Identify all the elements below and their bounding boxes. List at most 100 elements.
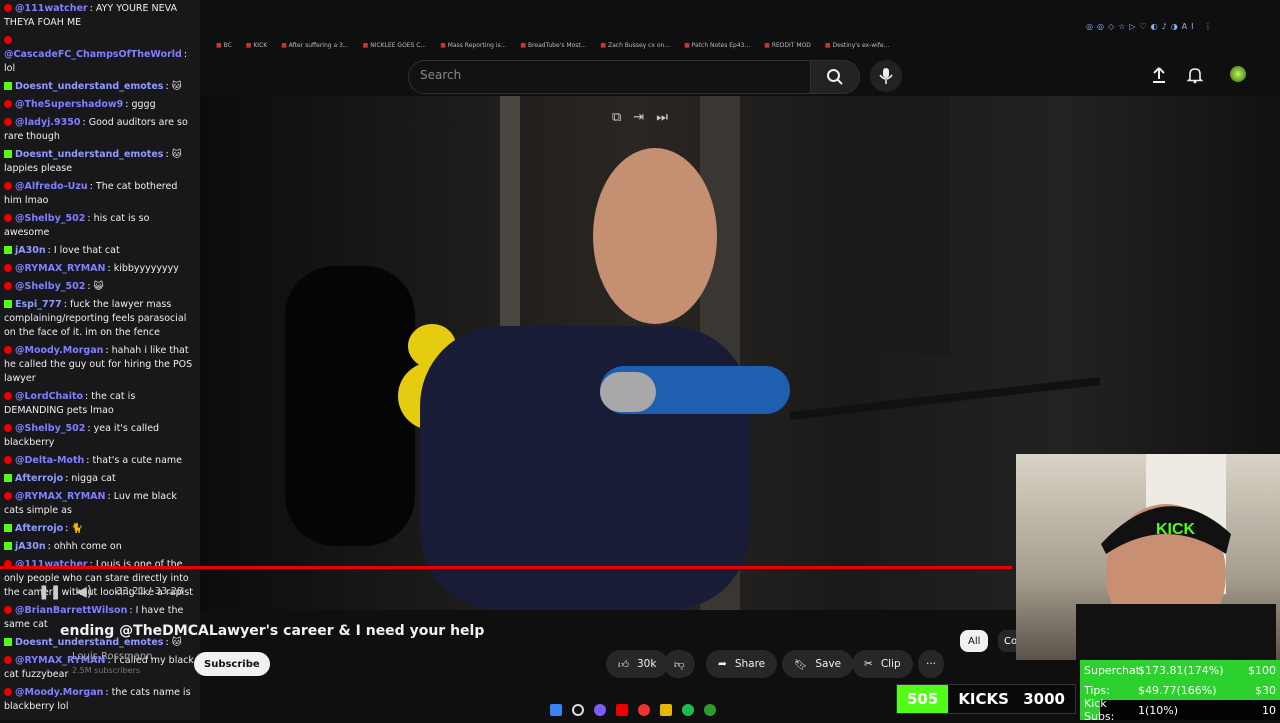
chip-all[interactable]: All — [960, 630, 989, 652]
bookmark-item[interactable]: KICK — [246, 42, 267, 49]
youtube-icon — [4, 4, 12, 12]
cast-icon[interactable]: ⇥ — [633, 110, 644, 125]
chat-username[interactable]: @Shelby_502 — [15, 281, 85, 292]
kick-icon — [4, 474, 12, 482]
chat-username[interactable]: Afterrojo — [15, 473, 63, 484]
progress-bar[interactable] — [0, 566, 1012, 569]
subscriber-count: 2.5M subscribers — [72, 666, 141, 675]
bookmark-item[interactable]: Mass Reporting is... — [440, 42, 507, 49]
chat-username[interactable]: @ladyj.9350 — [15, 117, 80, 128]
folder-icon[interactable] — [660, 704, 672, 716]
chat-username[interactable]: @LordChaito — [15, 391, 83, 402]
windows-start-icon[interactable] — [550, 704, 562, 716]
chat-username[interactable]: Doesnt_understand_emotes — [15, 149, 163, 160]
bookmark-item[interactable]: REDDIT MOD — [764, 42, 811, 49]
chat-username[interactable]: @Delta-Moth — [15, 455, 84, 466]
kicks-goal: 505 KICKS 3000 — [896, 684, 1076, 714]
chat-text: I love that cat — [53, 245, 120, 256]
chat-username[interactable]: @Moody.Morgan — [15, 687, 103, 698]
bookmark-item[interactable]: BreadTube's Most... — [520, 42, 586, 49]
spotify-icon[interactable] — [682, 704, 694, 716]
bookmark-item[interactable]: NICKLEE GOES C... — [363, 42, 426, 49]
share-button[interactable]: ➦ Share — [706, 650, 778, 678]
chat-message: jA30n: I love that cat — [0, 242, 200, 260]
bookmark-item[interactable]: Zach Bussey cx on... — [600, 42, 670, 49]
pause-icon[interactable]: ❚❚ — [38, 584, 61, 600]
chrome-icon[interactable] — [638, 704, 650, 716]
chat-username[interactable]: @CascadeFC_ChampsOfTheWorld — [4, 49, 182, 60]
chat-text: 🐈 — [71, 523, 84, 534]
player-top-controls: ⧉ ⇥ ⏭ — [612, 110, 668, 125]
dislike-button[interactable]: 👎︎ — [664, 650, 695, 678]
channel-name[interactable]: Louis Rossmann — [72, 651, 153, 662]
bookmarks-bar: BC KICK After suffering a 3... NICKLEE GOES… — [200, 36, 1280, 54]
like-button[interactable]: 👍︎ 30k — [606, 650, 669, 678]
chat-username[interactable]: @Shelby_502 — [15, 213, 85, 224]
chat-username[interactable]: @Moody.Morgan — [15, 345, 103, 356]
chat-username[interactable]: jA30n — [15, 245, 46, 256]
search-input[interactable]: Search — [420, 68, 461, 82]
search-icon[interactable] — [572, 704, 584, 716]
youtube-icon — [4, 214, 12, 222]
youtube-icon — [4, 492, 12, 500]
thumbs-up-icon: 👍︎ — [618, 658, 629, 671]
chat-username[interactable]: @111watcher — [15, 3, 88, 14]
youtube-icon — [4, 100, 12, 108]
save-button[interactable]: 🔖︎ Save — [782, 650, 854, 678]
goal-label: Superchat: — [1084, 663, 1144, 677]
bookmark-item[interactable]: Destiny's ex-wife... — [825, 42, 889, 49]
notifications-button[interactable] — [1186, 66, 1204, 88]
search-box[interactable] — [408, 60, 812, 94]
bookmark-item[interactable]: After suffering a 3... — [281, 42, 349, 49]
youtube-icon — [4, 36, 12, 44]
chat-username[interactable]: Espi_777 — [15, 299, 62, 310]
chat-message: @LordChaito: the cat is DEMANDING pets l… — [4, 391, 136, 416]
goal-row: Superchat: $173.81(174%) $100 — [1080, 660, 1280, 680]
chat-message: Espi_777: fuck the lawyer mass complaini… — [4, 299, 187, 338]
bookmark-item[interactable]: Patch Notes Ep43... — [684, 42, 751, 49]
chat-message: @111watcher: AYY YOURE NEVA THEYA FOAH M… — [4, 3, 178, 28]
share-icon: ➦ — [718, 658, 727, 670]
chat-username[interactable]: Afterrojo — [15, 523, 63, 534]
search-button[interactable] — [810, 60, 860, 94]
goal-label: Tips: — [1084, 683, 1110, 697]
discord-icon[interactable] — [594, 704, 606, 716]
chat-username[interactable]: @RYMAX_RYMAN — [15, 263, 106, 274]
kick-icon — [4, 300, 12, 308]
miniplayer-icon[interactable]: ⧉ — [612, 110, 621, 125]
chat-username[interactable]: Doesnt_understand_emotes — [15, 81, 163, 92]
bookmark-item[interactable]: BC — [216, 42, 232, 49]
chat-text: gggg — [131, 99, 156, 110]
chat-username[interactable]: @RYMAX_RYMAN — [15, 491, 106, 502]
youtube-icon — [4, 392, 12, 400]
volume-icon[interactable]: ◀) — [76, 584, 92, 600]
voice-search-button[interactable] — [870, 60, 902, 92]
chat-message: @Moody.Morgan: the cats name is blackber… — [4, 687, 191, 712]
account-avatar[interactable] — [1230, 66, 1246, 82]
cat-shape — [285, 266, 415, 546]
scissors-icon: ✂ — [864, 658, 873, 670]
goal-target: 10 — [1262, 703, 1276, 717]
chat-message: Doesnt_understand_emotes: 🐱 lappies plea… — [4, 149, 182, 174]
chat-text: 😺 — [93, 281, 104, 292]
chat-username[interactable]: @BrianBarrettWilson — [15, 605, 127, 616]
chat-username[interactable]: @TheSupershadow9 — [15, 99, 123, 110]
goal-value: 1(10%) — [1138, 703, 1179, 717]
chat-message: jA30n: ohhh come on — [0, 538, 200, 556]
browser-toolbar-icons: ◎◎◇☆▷♡◐♪◑AI ⋮ — [1086, 22, 1217, 31]
kick-icon — [4, 246, 12, 254]
subscribe-button[interactable]: Subscribe — [194, 652, 270, 676]
video-title: ending @TheDMCALawyer's career & I need … — [60, 623, 485, 639]
chat-message: @TheSupershadow9: gggg — [0, 96, 200, 114]
chat-username[interactable]: @Alfredo-Uzu — [15, 181, 88, 192]
bookmark-icon: 🔖︎ — [794, 658, 808, 671]
next-icon[interactable]: ⏭ — [656, 110, 668, 125]
xbox-icon[interactable] — [704, 704, 716, 716]
chat-username[interactable]: jA30n — [15, 541, 46, 552]
goal-target: $30 — [1255, 683, 1276, 697]
app-icon[interactable] — [616, 704, 628, 716]
clip-button[interactable]: ✂ Clip — [852, 650, 913, 678]
chat-username[interactable]: @Shelby_502 — [15, 423, 85, 434]
upload-button[interactable] — [1150, 66, 1168, 88]
more-button[interactable]: ··· — [918, 650, 945, 678]
